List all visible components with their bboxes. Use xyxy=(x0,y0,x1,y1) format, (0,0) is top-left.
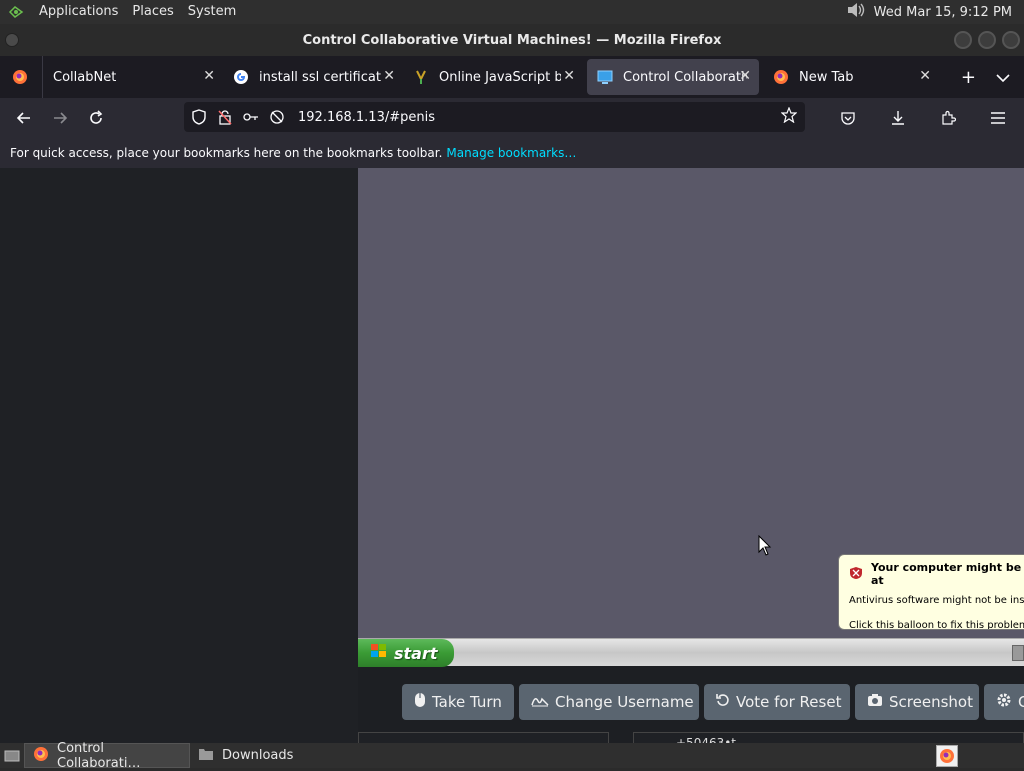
downloads-icon[interactable] xyxy=(880,100,916,136)
tab-label: Online JavaScript bea xyxy=(439,69,561,85)
ctrl-alt-del-button[interactable]: Ct xyxy=(984,684,1024,720)
menu-system[interactable]: System xyxy=(181,0,243,24)
xp-taskbar: start xyxy=(358,638,1024,667)
bookmarks-hint: For quick access, place your bookmarks h… xyxy=(10,146,443,160)
permissions-key-icon[interactable] xyxy=(240,110,262,124)
hamburger-menu-icon[interactable] xyxy=(980,100,1016,136)
windows-flag-icon xyxy=(370,643,388,663)
js-beautifier-icon xyxy=(413,69,429,85)
close-icon[interactable]: ✕ xyxy=(563,68,575,84)
taskbar-firefox-window[interactable]: Control Collaborati… xyxy=(24,740,190,771)
folder-icon xyxy=(198,747,214,765)
mouse-cursor-icon xyxy=(758,535,772,556)
vm-list-sidebar xyxy=(0,168,358,743)
url-text[interactable]: 192.168.1.13/#penis xyxy=(298,110,435,125)
tray-firefox-icon[interactable] xyxy=(936,744,958,767)
insecure-lock-icon[interactable] xyxy=(214,109,236,125)
security-shield-icon xyxy=(849,566,863,583)
tab-new-tab[interactable]: New Tab ✕ xyxy=(763,56,939,98)
vm-action-buttons: Take Turn Change Username Vote for Reset… xyxy=(402,684,1024,720)
volume-icon[interactable] xyxy=(846,1,866,23)
close-icon[interactable]: ✕ xyxy=(203,68,215,84)
xp-start-button[interactable]: start xyxy=(358,639,454,667)
clock[interactable]: Wed Mar 15, 9:12 PM xyxy=(874,5,1012,20)
close-window-button[interactable] xyxy=(1002,31,1020,49)
forward-arrow-icon[interactable] xyxy=(42,100,78,136)
maximize-button[interactable] xyxy=(978,31,996,49)
camera-icon xyxy=(867,693,883,711)
navigation-bar: 192.168.1.13/#penis xyxy=(0,98,1024,138)
tab-label: CollabNet xyxy=(53,69,117,85)
bookmark-star-icon[interactable] xyxy=(780,106,798,127)
window-menu-icon[interactable] xyxy=(5,33,19,47)
close-icon[interactable]: ✕ xyxy=(383,68,395,84)
take-turn-label: Take Turn xyxy=(432,693,502,711)
keyboard-icon[interactable] xyxy=(1012,645,1024,661)
signature-icon xyxy=(531,693,549,711)
back-arrow-icon[interactable] xyxy=(6,100,42,136)
user-list-panel xyxy=(358,732,609,743)
firefox-view-button[interactable] xyxy=(0,56,42,98)
tab-bar: CollabNet ✕ install ssl certificate u ✕ … xyxy=(0,56,1024,98)
reset-arrow-icon xyxy=(716,693,730,711)
taskbar-downloads-window[interactable]: Downloads xyxy=(190,743,301,768)
top-menu: Applications Places System xyxy=(0,0,243,24)
window-title: Control Collaborative Virtual Machines! … xyxy=(302,32,722,48)
extensions-puzzle-icon[interactable] xyxy=(930,100,966,136)
show-desktop-icon[interactable] xyxy=(0,743,24,768)
list-all-tabs-chevron-icon[interactable] xyxy=(996,67,1010,88)
google-icon xyxy=(233,69,249,85)
tab-label: install ssl certificate u xyxy=(259,69,381,85)
bookmarks-toolbar: For quick access, place your bookmarks h… xyxy=(0,138,1024,168)
tab-install-ssl[interactable]: install ssl certificate u ✕ xyxy=(223,56,403,98)
security-balloon[interactable]: Your computer might be at Antivirus soft… xyxy=(838,554,1024,630)
minimize-button[interactable] xyxy=(954,31,972,49)
balloon-line-1: Antivirus software might not be insta xyxy=(849,595,1024,606)
new-tab-plus-icon[interactable]: + xyxy=(961,67,976,88)
tab-label: Control Collaborativ xyxy=(623,69,747,85)
bottom-panel: Control Collaborati… Downloads xyxy=(0,740,1024,771)
close-icon[interactable]: ✕ xyxy=(739,68,751,84)
start-label: start xyxy=(394,643,438,663)
tab-label: New Tab xyxy=(799,69,854,85)
change-username-button[interactable]: Change Username xyxy=(519,684,699,720)
close-icon[interactable]: ✕ xyxy=(919,68,931,84)
taskbar-downloads-label: Downloads xyxy=(222,748,294,763)
pocket-icon[interactable] xyxy=(830,100,866,136)
tab-control-collaborative[interactable]: Control Collaborativ ✕ xyxy=(587,59,759,95)
balloon-line-2: Click this balloon to fix this problem. xyxy=(849,620,1024,630)
tab-js-beautifier[interactable]: Online JavaScript bea ✕ xyxy=(403,56,583,98)
tracking-shield-icon[interactable] xyxy=(188,109,210,125)
tab-collabnet[interactable]: CollabNet ✕ xyxy=(43,56,223,98)
chat-panel: +50463•t xyxy=(633,732,1024,743)
page-content: Your computer might be at Antivirus soft… xyxy=(0,168,1024,743)
change-username-label: Change Username xyxy=(555,693,694,711)
monitor-icon xyxy=(597,69,613,85)
menu-places[interactable]: Places xyxy=(125,0,180,24)
firefox-icon xyxy=(773,69,789,85)
camera-blocked-icon[interactable] xyxy=(266,109,288,125)
window-titlebar[interactable]: Control Collaborative Virtual Machines! … xyxy=(0,24,1024,56)
distro-logo-icon[interactable] xyxy=(6,2,26,22)
take-turn-button[interactable]: Take Turn xyxy=(402,684,514,720)
menu-applications[interactable]: Applications xyxy=(32,0,125,24)
reload-icon[interactable] xyxy=(78,100,114,136)
vote-reset-label: Vote for Reset xyxy=(736,693,842,711)
url-bar[interactable]: 192.168.1.13/#penis xyxy=(184,102,805,132)
mouse-icon xyxy=(414,692,426,712)
ctrl-alt-del-label: Ct xyxy=(1018,693,1024,711)
screenshot-label: Screenshot xyxy=(889,693,973,711)
top-panel: Applications Places System Wed Mar 15, 9… xyxy=(0,0,1024,24)
balloon-title: Your computer might be at xyxy=(871,561,1022,587)
firefox-icon xyxy=(33,746,49,766)
firefox-icon xyxy=(12,69,28,85)
manage-bookmarks-link[interactable]: Manage bookmarks… xyxy=(446,146,576,160)
taskbar-firefox-label: Control Collaborati… xyxy=(57,740,141,771)
screenshot-button[interactable]: Screenshot xyxy=(855,684,979,720)
vote-reset-button[interactable]: Vote for Reset xyxy=(704,684,850,720)
gear-icon xyxy=(996,692,1012,712)
